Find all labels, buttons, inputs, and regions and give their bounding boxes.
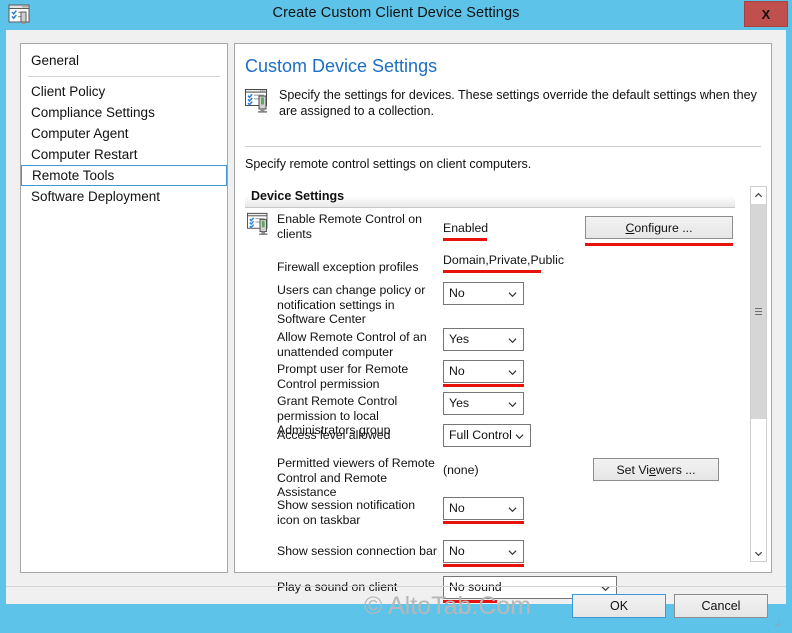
select-value: No — [449, 286, 465, 300]
annotation-underline — [443, 521, 524, 524]
annotation-underline — [443, 384, 524, 387]
chevron-down-icon — [508, 550, 517, 556]
access-level-allowed-select[interactable]: Full Control — [443, 424, 531, 447]
select-value: No — [449, 501, 465, 515]
grant-admin-permission-select[interactable]: Yes — [443, 392, 524, 415]
select-value: Yes — [449, 332, 470, 346]
divider — [245, 146, 761, 147]
close-icon: X — [761, 6, 771, 22]
device-settings-group-header: Device Settings — [245, 186, 735, 208]
setting-label: Firewall exception profiles — [277, 260, 419, 274]
scrollbar-thumb[interactable] — [751, 204, 766, 419]
allow-unattended-remote-control-select[interactable]: Yes — [443, 328, 524, 351]
sidebar-item-remote-tools[interactable]: Remote Tools — [21, 165, 227, 186]
annotation-underline — [585, 243, 733, 246]
monitor-checklist-icon — [245, 88, 273, 116]
cancel-button[interactable]: Cancel — [674, 594, 768, 618]
select-value: Full Control — [449, 428, 512, 442]
select-value: No — [449, 364, 465, 378]
resize-grip-icon[interactable] — [771, 615, 781, 626]
prompt-user-permission-select[interactable]: No — [443, 360, 524, 383]
users-can-change-policy-select[interactable]: No — [443, 282, 524, 305]
configure-button[interactable]: Configure ... — [585, 216, 733, 239]
title-bar: Create Custom Client Device Settings X — [0, 0, 792, 30]
setting-label: Prompt user for Remote Control permissio… — [277, 362, 409, 391]
setting-value: (none) — [443, 463, 479, 477]
monitor-checklist-icon — [247, 212, 273, 238]
dialog-window: Create Custom Client Device Settings X G… — [0, 0, 792, 626]
chevron-down-icon — [508, 507, 517, 513]
footer-divider — [6, 586, 786, 587]
chevron-down-icon — [508, 402, 517, 408]
sidebar-item-software-deployment[interactable]: Software Deployment — [21, 186, 227, 207]
annotation-underline — [443, 238, 487, 241]
page-title: Custom Device Settings — [245, 56, 438, 76]
setting-label: Permitted viewers of Remote Control and … — [277, 456, 435, 499]
set-viewers-button[interactable]: Set Viewers ... — [593, 458, 719, 481]
watermark: © AltoTab.Com — [364, 592, 532, 620]
ok-button[interactable]: OK — [572, 594, 666, 618]
chevron-down-icon — [508, 292, 517, 298]
chevron-down-icon — [508, 338, 517, 344]
setting-value: Domain,Private,Public — [443, 253, 564, 267]
page-subdescription: Specify remote control settings on clien… — [245, 157, 532, 171]
setting-label: Allow Remote Control of an unattended co… — [277, 330, 427, 359]
group-title: Device Settings — [251, 189, 345, 203]
scrollbar-grip-icon — [755, 307, 762, 316]
chevron-down-icon — [508, 370, 517, 376]
scroll-up-icon[interactable] — [751, 187, 766, 203]
scroll-down-icon[interactable] — [751, 545, 766, 561]
annotation-underline — [443, 564, 524, 567]
settings-rows: Enable Remote Control on clients Enabled… — [245, 210, 737, 603]
configure-button-label: Configure ... — [625, 220, 693, 235]
setting-label: Users can change policy or notification … — [277, 283, 426, 326]
setting-label: Show session notification icon on taskba… — [277, 498, 416, 527]
close-button[interactable]: X — [744, 1, 788, 27]
setting-label: Access level allowed — [277, 428, 391, 442]
show-session-connection-bar-select[interactable]: No — [443, 540, 524, 563]
show-session-notification-icon-select[interactable]: No — [443, 497, 524, 520]
window-title: Create Custom Client Device Settings — [272, 5, 520, 21]
client-area: General Client Policy Compliance Setting… — [6, 30, 786, 626]
chevron-down-icon — [515, 434, 524, 440]
sidebar-divider — [28, 76, 220, 77]
cancel-button-label: Cancel — [701, 599, 741, 613]
select-value: No — [449, 544, 465, 558]
sidebar-item-client-policy[interactable]: Client Policy — [21, 81, 227, 102]
select-value: Yes — [449, 396, 470, 410]
settings-category-list[interactable]: General Client Policy Compliance Setting… — [20, 43, 228, 573]
setting-value: Enabled — [443, 221, 489, 235]
main-panel: Custom Device Settings Specify the setti… — [234, 43, 772, 603]
sidebar-item-computer-agent[interactable]: Computer Agent — [21, 123, 227, 144]
sidebar-item-compliance-settings[interactable]: Compliance Settings — [21, 102, 227, 123]
page-description: Specify the settings for devices. These … — [279, 88, 757, 118]
setting-label: Enable Remote Control on clients — [277, 212, 422, 241]
settings-scrollbar[interactable] — [750, 186, 767, 562]
annotation-underline — [443, 270, 541, 273]
sidebar-item-computer-restart[interactable]: Computer Restart — [21, 144, 227, 165]
ok-button-label: OK — [609, 599, 629, 613]
set-viewers-button-label: Set Viewers ... — [616, 462, 696, 477]
sidebar-item-general[interactable]: General — [21, 50, 227, 71]
setting-label: Show session connection bar — [277, 544, 437, 558]
